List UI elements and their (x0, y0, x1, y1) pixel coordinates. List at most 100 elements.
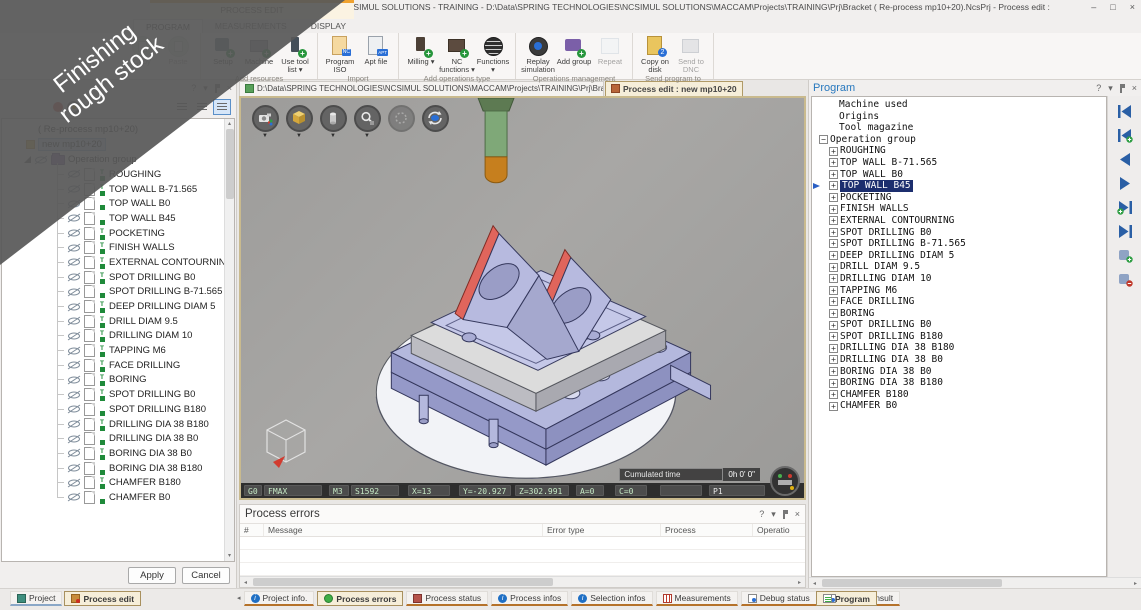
expand-box-icon[interactable]: + (829, 205, 838, 214)
help-icon[interactable]: ? (191, 82, 196, 94)
visibility-off-icon[interactable] (67, 492, 81, 502)
expand-box-icon[interactable]: + (829, 158, 838, 167)
ribbon-button[interactable]: Paste (160, 35, 196, 66)
scroll-right-icon[interactable]: ▸ (794, 579, 805, 586)
visibility-off-icon[interactable] (67, 199, 81, 209)
program-operation-row[interactable]: + SPOT DRILLING B180 (812, 331, 1106, 343)
expand-box-icon[interactable]: + (829, 390, 838, 399)
cancel-button[interactable]: Cancel (182, 567, 230, 584)
bottom-tab[interactable]: Selection infos (571, 591, 652, 606)
scroll-left-icon[interactable]: ◂ (809, 580, 820, 587)
close-icon[interactable]: × (1132, 82, 1137, 94)
program-operation-row[interactable]: + FINISH WALLS (812, 203, 1106, 215)
chevron-down-icon[interactable]: ▾ (1108, 82, 1113, 94)
tree-item-operation[interactable]: SPOT DRILLING B0 (2, 387, 234, 402)
orientation-cube-icon[interactable] (263, 418, 309, 470)
selection-mode-button[interactable] (387, 105, 415, 139)
program-operation-row[interactable]: + DRILLING DIA 38 B0 (812, 354, 1106, 366)
expand-box-icon[interactable]: + (829, 379, 838, 388)
program-operation-row[interactable]: Origins (812, 111, 1106, 123)
expand-box-icon[interactable]: − (819, 135, 828, 144)
expand-box-icon[interactable]: + (829, 193, 838, 202)
tree-item-operation[interactable]: POCKETING (2, 226, 234, 241)
tree-item-operation[interactable]: TOP WALL B-71.565 (2, 182, 234, 197)
ribbon-tab[interactable]: MEASUREMENTS (203, 19, 299, 33)
tree-selected-node[interactable]: new mp10+20 (2, 137, 234, 152)
restore-button[interactable]: □ (1110, 0, 1115, 14)
expand-box-icon[interactable]: + (829, 309, 838, 318)
visibility-off-icon[interactable] (67, 390, 81, 400)
ribbon-button[interactable]: Add group (556, 35, 592, 66)
visibility-off-icon[interactable] (67, 257, 81, 267)
pin-icon[interactable] (215, 84, 220, 93)
bottom-tab[interactable]: Process edit (64, 591, 141, 606)
program-operation-row[interactable]: + DEEP DRILLING DIAM 5 (812, 250, 1106, 262)
tree-item-operation[interactable]: DRILLING DIA 38 B180 (2, 417, 234, 432)
visibility-off-icon[interactable] (67, 448, 81, 458)
expand-box-icon[interactable]: + (829, 355, 838, 364)
visibility-off-icon[interactable] (34, 155, 48, 165)
program-operation-row[interactable]: + TOP WALL B45 (812, 180, 1106, 192)
expand-box-icon[interactable]: + (829, 170, 838, 179)
program-horizontal-scrollbar[interactable]: ◂ ▸ (809, 577, 1141, 588)
program-operation-row[interactable]: + TOP WALL B-71.565 (812, 157, 1106, 169)
machine-state-icon[interactable] (770, 466, 800, 496)
scrollbar-thumb[interactable] (822, 579, 1002, 587)
bottom-tab-program[interactable]: Program (816, 591, 877, 606)
dropdown-arrow-icon[interactable]: ▾ (84, 103, 88, 111)
visibility-off-icon[interactable] (67, 316, 81, 326)
tree-item-operation[interactable]: TOP WALL B45 (2, 211, 234, 226)
visibility-off-icon[interactable] (67, 375, 81, 385)
program-operation-row[interactable]: − Operation group (812, 134, 1106, 146)
visibility-off-icon[interactable] (67, 360, 81, 370)
help-icon[interactable]: ? (759, 508, 764, 520)
ribbon-button[interactable]: Functions ▾ (475, 35, 511, 74)
bottom-tab[interactable]: Project (10, 591, 62, 606)
expand-box-icon[interactable]: + (829, 239, 838, 248)
ribbon-button[interactable]: Program ISO (322, 35, 358, 74)
tree-root-node[interactable]: ( Re-process mp10+20) (2, 122, 234, 137)
visibility-off-icon[interactable] (67, 213, 81, 223)
simulation-viewport[interactable]: ▼ ▼ (239, 96, 806, 500)
visibility-off-icon[interactable] (67, 404, 81, 414)
visibility-off-icon[interactable] (67, 419, 81, 429)
ribbon-button[interactable]: Replay simulation (520, 35, 556, 74)
minimize-button[interactable]: – (1091, 0, 1096, 14)
tree-operation-group[interactable]: Operation group (2, 152, 234, 167)
program-operation-row[interactable]: + CHAMFER B180 (812, 389, 1106, 401)
tree-item-operation[interactable]: SPOT DRILLING B0 (2, 270, 234, 285)
tree-item-operation[interactable]: SPOT DRILLING B180 (2, 402, 234, 417)
visibility-off-icon[interactable] (67, 478, 81, 488)
dropdown-arrow-icon[interactable]: ▼ (330, 133, 336, 139)
help-icon[interactable]: ? (1096, 82, 1101, 94)
program-operation-row[interactable]: + SPOT DRILLING B0 (812, 227, 1106, 239)
expand-box-icon[interactable]: + (829, 251, 838, 260)
go-first-icon[interactable] (1116, 104, 1134, 119)
go-next-add-icon[interactable] (1116, 200, 1134, 215)
pin-icon[interactable] (1120, 84, 1125, 93)
expand-box-icon[interactable]: + (829, 263, 838, 272)
program-operation-row[interactable]: + FACE DRILLING (812, 296, 1106, 308)
tree-item-operation[interactable]: SPOT DRILLING B-71.565 (2, 285, 234, 300)
add-selection-icon[interactable] (1116, 248, 1134, 263)
program-operation-row[interactable]: + DRILLING DIAM 10 (812, 273, 1106, 285)
expand-box-icon[interactable]: + (829, 321, 838, 330)
list-view-detail-button[interactable] (213, 99, 231, 115)
program-operation-row[interactable]: + ROUGHING (812, 145, 1106, 157)
chevron-down-icon[interactable]: ▾ (771, 508, 776, 520)
expand-box-icon[interactable]: + (829, 216, 838, 225)
tree-item-operation[interactable]: TOP WALL B0 (2, 196, 234, 211)
visibility-off-icon[interactable] (67, 169, 81, 179)
program-operation-row[interactable]: + DRILLING DIA 38 B180 (812, 342, 1106, 354)
close-icon[interactable]: × (795, 508, 800, 520)
column-header[interactable]: Error type (543, 524, 661, 536)
zoom-button[interactable]: ▼ (353, 105, 381, 139)
tree-item-operation[interactable]: DRILL DIAM 9.5 (2, 314, 234, 329)
ribbon-button[interactable]: Apt file (358, 35, 394, 66)
expand-box-icon[interactable]: + (829, 286, 838, 295)
expand-box-icon[interactable]: + (829, 297, 838, 306)
program-operation-row[interactable]: + BORING DIA 38 B0 (812, 366, 1106, 378)
visibility-off-icon[interactable] (67, 346, 81, 356)
expand-box-icon[interactable]: + (829, 147, 838, 156)
ribbon-button[interactable]: Repeat (592, 35, 628, 66)
